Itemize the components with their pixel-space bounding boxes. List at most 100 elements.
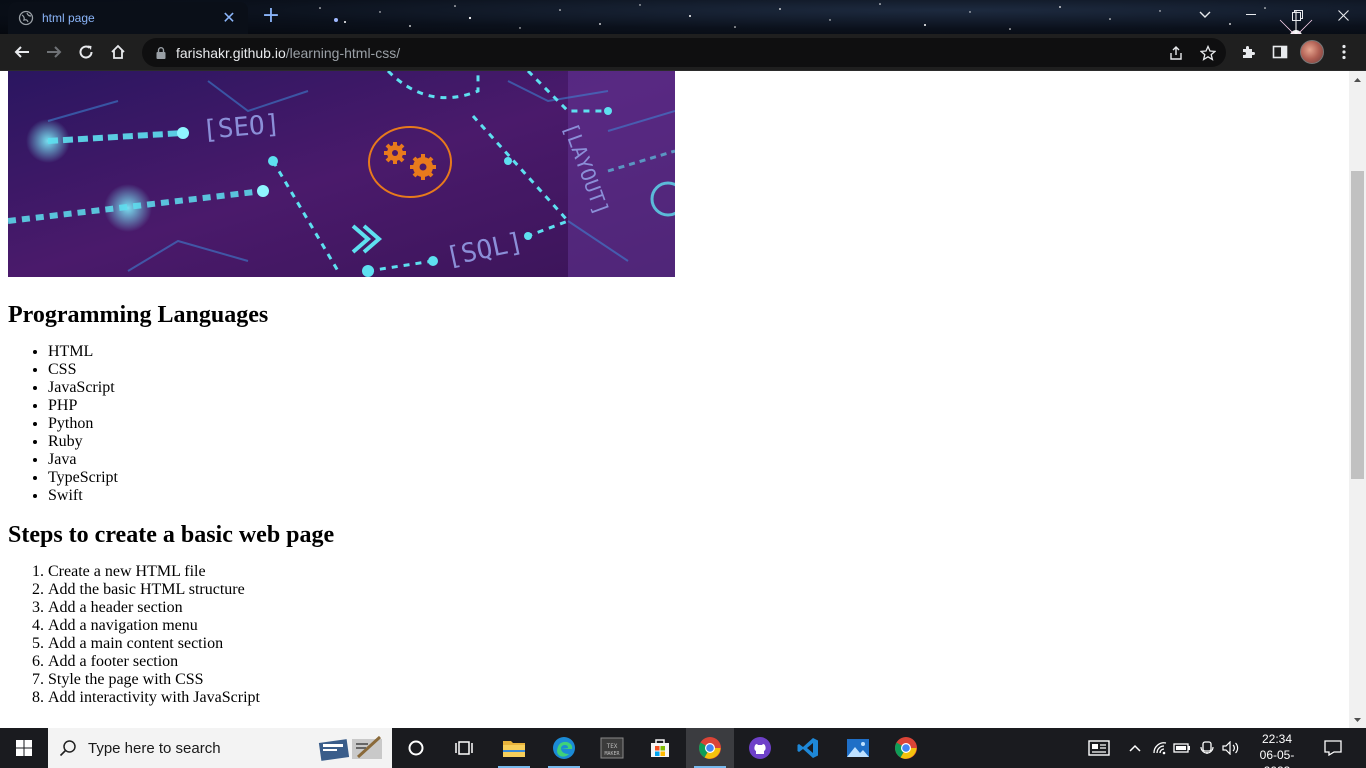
extensions-button[interactable] (1234, 38, 1262, 66)
list-item: Add a main content section (48, 635, 1338, 653)
list-item: Create a new HTML file (48, 563, 1338, 581)
page-viewport: [SEO] [SQL] [LAYOUT] Programming Languag… (0, 71, 1349, 728)
list-item: Add a header section (48, 599, 1338, 617)
mic-icon (1200, 741, 1214, 754)
taskbar-store[interactable] (636, 728, 684, 768)
edge-icon (553, 737, 575, 759)
url-text[interactable]: farishakr.github.io/learning-html-css/ (176, 45, 400, 61)
back-icon (14, 46, 29, 58)
taskbar-chrome[interactable] (882, 728, 930, 768)
lock-icon[interactable] (154, 46, 168, 60)
search-icon (48, 739, 88, 757)
browser-tab[interactable]: html page ✕ (8, 2, 248, 34)
taskbar-github[interactable] (736, 728, 784, 768)
cortana-icon (408, 740, 424, 756)
back-button[interactable] (8, 38, 36, 66)
steps-list: Create a new HTML file Add the basic HTM… (8, 563, 1338, 707)
restore-icon (1291, 9, 1303, 21)
list-item: Python (48, 415, 1338, 433)
tab-search-button[interactable] (1182, 0, 1228, 30)
address-bar[interactable]: farishakr.github.io/learning-html-css/ (142, 38, 1226, 67)
star-icon (1200, 45, 1216, 61)
caret-down-icon (1354, 717, 1361, 722)
window-close-button[interactable] (1320, 0, 1366, 30)
chrome-icon (699, 737, 721, 759)
tray-microphone[interactable] (1196, 728, 1218, 768)
clock-time: 22:34 (1261, 732, 1293, 746)
wifi-icon (1153, 742, 1167, 755)
tray-overflow-button[interactable] (1124, 728, 1146, 768)
windows-icon (16, 740, 32, 756)
taskbar-edge[interactable] (540, 728, 588, 768)
start-button[interactable] (0, 728, 48, 768)
notepad-icon: TEX MAKER (600, 737, 624, 759)
list-item: TypeScript (48, 469, 1338, 487)
tray-volume[interactable] (1220, 728, 1242, 768)
page-content: Programming Languages HTML CSS JavaScrip… (8, 277, 1338, 707)
close-icon (1337, 9, 1349, 21)
news-icon[interactable] (318, 733, 388, 763)
scroll-down-arrow[interactable] (1349, 711, 1366, 728)
notification-center-button[interactable] (1318, 728, 1348, 768)
caret-up-icon (1354, 77, 1361, 82)
reload-icon (79, 45, 93, 59)
url-path: /learning-html-css/ (285, 44, 401, 61)
taskbar-clock[interactable]: 22:34 06-05-2023 (1252, 731, 1302, 768)
browser-toolbar: farishakr.github.io/learning-html-css/ (0, 34, 1366, 71)
steps-heading: Steps to create a basic web page (8, 522, 335, 548)
github-icon (749, 737, 771, 759)
list-item: Java (48, 451, 1338, 469)
list-item: HTML (48, 343, 1338, 361)
profile-avatar[interactable] (1300, 40, 1324, 64)
chevron-up-icon (1129, 744, 1141, 752)
tab-title: html page (42, 11, 95, 25)
minimize-icon (1246, 14, 1256, 15)
side-panel-button[interactable] (1266, 38, 1294, 66)
list-item: CSS (48, 361, 1338, 379)
page-scrollbar[interactable] (1349, 71, 1366, 728)
forward-button[interactable] (40, 38, 68, 66)
task-view-button[interactable] (440, 728, 488, 768)
restore-button[interactable] (1274, 0, 1320, 30)
globe-icon (18, 10, 34, 26)
list-item: Add a footer section (48, 653, 1338, 671)
volume-icon (1222, 741, 1239, 755)
home-button[interactable] (104, 38, 132, 66)
scroll-up-arrow[interactable] (1349, 71, 1366, 88)
new-tab-button[interactable]: + (259, 4, 283, 28)
taskbar-notepad[interactable]: TEX MAKER (588, 728, 636, 768)
minimize-button[interactable] (1228, 0, 1274, 30)
list-item: Add interactivity with JavaScript (48, 689, 1338, 707)
newspaper-icon (1088, 740, 1110, 756)
extensions-icon (1243, 46, 1255, 58)
battery-icon (1173, 743, 1190, 753)
svg-text:TEX: TEX (607, 743, 618, 750)
url-host: farishakr.github.io (176, 44, 286, 61)
languages-heading: Programming Languages (8, 302, 269, 328)
svg-text:MAKER: MAKER (604, 751, 620, 757)
taskbar-file-explorer[interactable] (490, 728, 538, 768)
scrollbar-thumb[interactable] (1351, 171, 1364, 479)
list-item: Ruby (48, 433, 1338, 451)
task-view-icon (455, 741, 473, 755)
tray-wifi[interactable] (1150, 728, 1170, 768)
home-icon (111, 44, 125, 59)
tray-battery[interactable] (1172, 728, 1192, 768)
tab-close-icon[interactable]: ✕ (220, 9, 238, 27)
taskbar-vscode[interactable] (784, 728, 832, 768)
share-button[interactable] (1164, 41, 1188, 65)
taskbar-search[interactable]: Type here to search (48, 728, 392, 768)
windows-taskbar: Type here to search TEX MAKER 22:34 06-0… (0, 728, 1366, 768)
bookmark-button[interactable] (1196, 41, 1220, 65)
forward-icon (47, 46, 62, 58)
file-explorer-icon (503, 741, 525, 757)
photos-icon (847, 739, 869, 757)
taskbar-photos[interactable] (834, 728, 882, 768)
tray-news[interactable] (1084, 728, 1114, 768)
taskbar-chrome-active[interactable] (686, 728, 734, 768)
languages-list: HTML CSS JavaScript PHP Python Ruby Java… (8, 343, 1338, 505)
reload-button[interactable] (72, 38, 100, 66)
browser-menu-button[interactable] (1330, 38, 1358, 66)
menu-icon (1342, 44, 1346, 60)
cortana-button[interactable] (392, 728, 440, 768)
